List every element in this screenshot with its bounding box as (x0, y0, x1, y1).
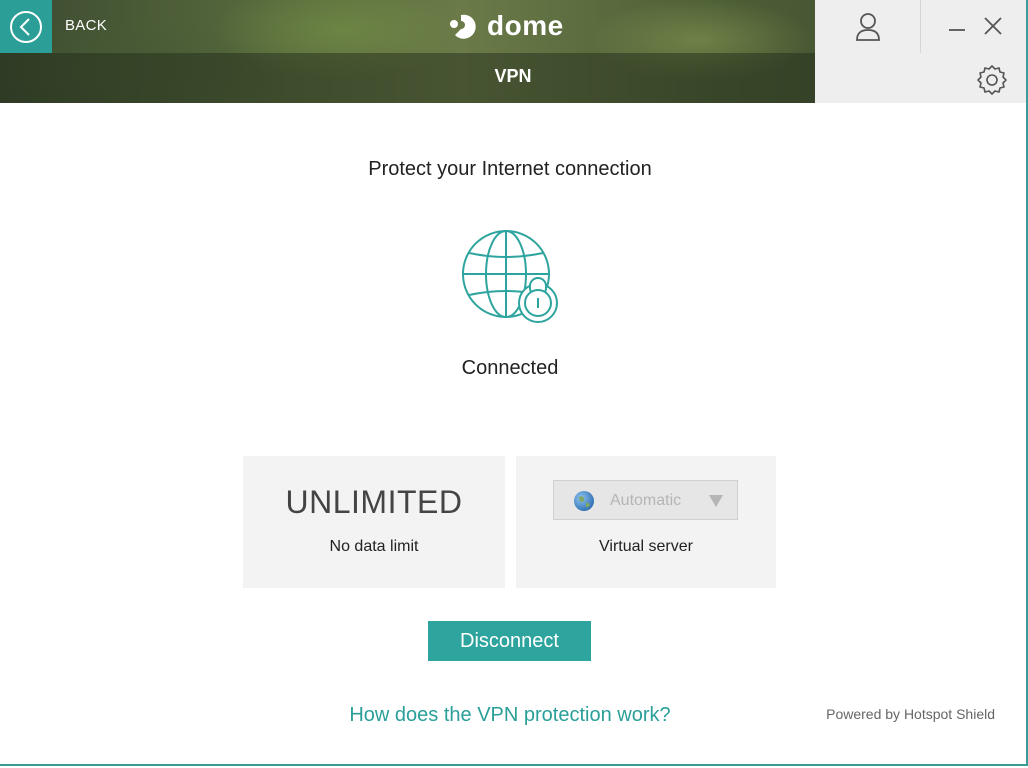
data-limit-caption: No data limit (329, 538, 419, 555)
chevron-left-icon (10, 10, 42, 43)
account-button[interactable] (815, 0, 920, 53)
user-icon (855, 12, 880, 41)
gear-icon[interactable] (975, 63, 1009, 97)
logo-text: dome (487, 10, 564, 41)
minimize-icon[interactable] (945, 14, 969, 38)
planet-icon (574, 491, 594, 511)
app-window: BACK dome VPN Protect your Internet conn… (0, 0, 1028, 766)
dome-logo: dome (447, 6, 564, 46)
server-selected-value: Automatic (610, 492, 682, 509)
data-limit-card: UNLIMITED No data limit (243, 456, 505, 588)
header-bar: BACK dome VPN (0, 0, 1026, 103)
dome-logo-icon (450, 14, 476, 39)
divider (920, 0, 921, 53)
disconnect-button[interactable]: Disconnect (428, 621, 591, 661)
server-dropdown[interactable]: Automatic (553, 480, 738, 520)
headline: Protect your Internet connection (368, 158, 652, 180)
virtual-server-caption: Virtual server (599, 538, 693, 555)
data-limit-value: UNLIMITED (285, 484, 463, 520)
close-icon[interactable] (981, 14, 1005, 38)
virtual-server-card: Automatic Virtual server (516, 456, 776, 588)
back-button[interactable] (0, 0, 52, 53)
globe-lock-icon (462, 230, 558, 323)
connection-status: Connected (461, 357, 559, 379)
powered-by-text: Powered by Hotspot Shield (826, 706, 995, 722)
caret-down-icon (709, 495, 723, 507)
window-controls (815, 0, 1026, 103)
back-label[interactable]: BACK (65, 17, 107, 34)
